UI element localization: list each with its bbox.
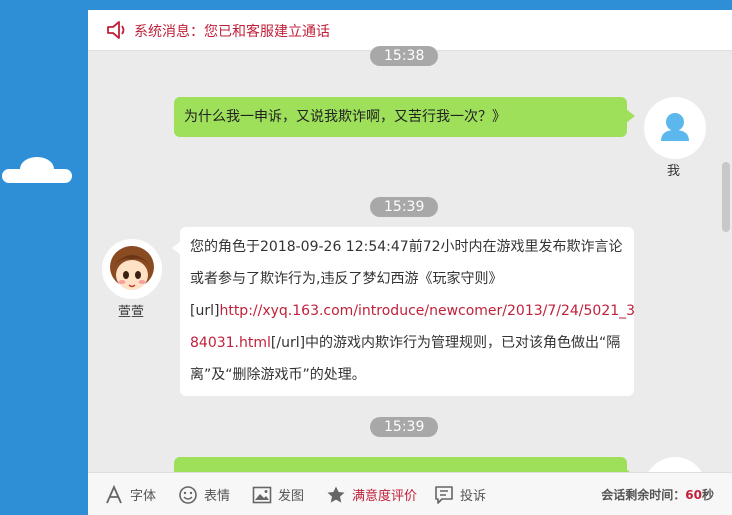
rating-label: 满意度评价 [352, 489, 418, 504]
complaint-label: 投诉 [460, 489, 487, 504]
send-image-label: 发图 [278, 489, 305, 504]
system-message-bar: 系统消息：您已和客服建立通话 [88, 10, 732, 51]
user-avatar [644, 97, 706, 159]
chat-history[interactable]: 15:38 为什么我一申诉，又说我欺诈啊，又苦行我一次？》 我 15:39 萱萱… [88, 46, 732, 515]
page-background [0, 0, 732, 10]
timestamp: 15:38 [370, 46, 439, 66]
chat-toolbar: 字体 表情 发图 满意度评价 投诉 会话剩余时间：60秒 [88, 472, 732, 515]
cloud-decoration [2, 157, 72, 185]
agent-message-line: 84031.html[/url]中的游戏内欺诈行为管理规则，已对该角色做出“隔 [190, 327, 624, 359]
agent-name: 萱萱 [118, 305, 145, 320]
speaker-icon [107, 21, 125, 39]
agent-avatar [102, 239, 162, 299]
session-timer: 会话剩余时间：60秒 [601, 486, 714, 503]
emoji-button[interactable]: 表情 [178, 473, 230, 515]
agent-message-line: 或者参与了欺诈行为,违反了梦幻西游《玩家守则》 [190, 271, 503, 287]
agent-message-line: 您的角色于2018-09-26 12:54:47前72小时内在游戏里发布欺诈言论 [190, 239, 623, 255]
user-name: 我 [667, 164, 681, 179]
rating-button[interactable]: 满意度评价 [326, 473, 417, 515]
complaint-icon [435, 485, 453, 504]
chat-window: 系统消息：您已和客服建立通话 15:38 为什么我一申诉，又说我欺诈啊，又苦行我… [88, 10, 732, 515]
system-message-text: 系统消息：您已和客服建立通话 [134, 24, 330, 40]
agent-message-bubble: 您的角色于2018-09-26 12:54:47前72小时内在游戏里发布欺诈言论… [172, 227, 635, 396]
emoji-icon [179, 485, 197, 504]
session-timer-value: 60 [685, 488, 702, 502]
chat-scrollbar[interactable] [722, 162, 730, 232]
send-image-button[interactable]: 发图 [252, 473, 304, 515]
star-icon [327, 486, 345, 503]
session-timer-unit: 秒 [701, 488, 714, 502]
font-icon [106, 484, 122, 503]
agent-message-text: [/url]中的游戏内欺诈行为管理规则，已对该角色做出“隔 [270, 335, 621, 351]
rules-link[interactable]: http://xyq.163.com/introduce/newcomer/20… [219, 303, 635, 319]
emoji-label: 表情 [204, 489, 231, 504]
session-timer-label: 会话剩余时间： [601, 488, 686, 502]
timestamp: 15:39 [370, 417, 439, 437]
font-label: 字体 [130, 489, 157, 504]
timestamp: 15:39 [370, 197, 439, 217]
user-message-bubble: 为什么我一申诉，又说我欺诈啊，又苦行我一次？》 [174, 97, 635, 137]
girl-avatar-icon [102, 239, 162, 299]
image-icon [252, 486, 272, 503]
user-avatar-icon [661, 113, 689, 141]
agent-message-line: [url]http://xyq.163.com/introduce/newcom… [190, 295, 635, 327]
rules-link-continued[interactable]: 84031.html [190, 335, 271, 351]
url-tag: [url] [190, 303, 220, 319]
font-button[interactable]: 字体 [104, 473, 156, 515]
agent-message-line: 离”及“删除游戏币”的处理。 [190, 367, 366, 383]
complaint-button[interactable]: 投诉 [434, 473, 486, 515]
